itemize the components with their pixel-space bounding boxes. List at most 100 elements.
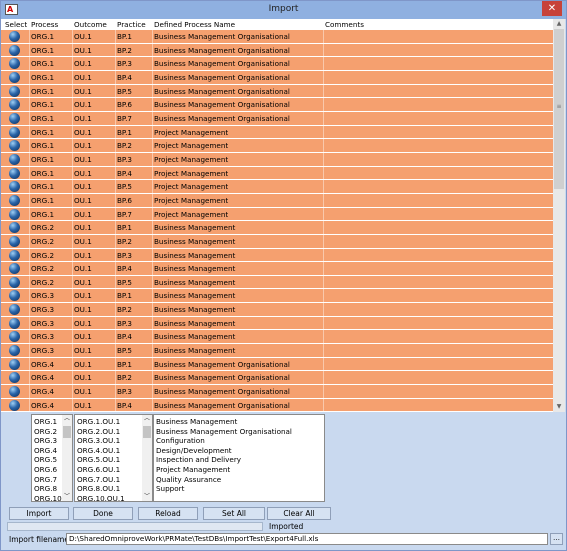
process-list-item[interactable]: ORG.5	[34, 455, 57, 464]
defined-process-list-item[interactable]: Inspection and Delivery	[156, 455, 241, 464]
defined-process-list-item[interactable]: Business Management	[156, 417, 237, 426]
table-row[interactable]: ORG.1 OU.1 BP.6 Business Management Organis…	[1, 98, 553, 112]
select-ball-icon[interactable]	[9, 304, 20, 316]
table-row[interactable]: ORG.1 OU.1 BP.3 Project Management	[1, 152, 553, 167]
select-ball-icon[interactable]	[9, 249, 20, 261]
select-ball-icon[interactable]	[9, 331, 20, 343]
select-ball-icon[interactable]	[9, 290, 20, 302]
scroll-down-icon[interactable]: ▼	[553, 402, 565, 412]
clear-all-button[interactable]: Clear All	[267, 507, 331, 520]
table-row[interactable]: ORG.4 OU.1 BP.1 Business Management Organis…	[1, 357, 553, 372]
select-ball-icon[interactable]	[9, 71, 20, 83]
header-practice[interactable]: Practice	[117, 20, 146, 29]
select-ball-icon[interactable]	[9, 153, 20, 165]
scroll-thumb[interactable]	[63, 426, 71, 438]
process-list-item[interactable]: ORG.3	[34, 436, 57, 445]
header-defined-process-name[interactable]: Defined Process Name	[154, 20, 235, 29]
table-row[interactable]: ORG.1 OU.1 BP.5 Project Management	[1, 180, 553, 194]
process-list-item[interactable]: ORG.2	[34, 427, 57, 436]
outcome-list-item[interactable]: ORG.7.OU.1	[77, 475, 120, 484]
table-row[interactable]: ORG.1 OU.1 BP.3 Business Management Organis…	[1, 57, 553, 71]
outcome-list-item[interactable]: ORG.10.OU.1	[77, 494, 125, 501]
process-list-item[interactable]: ORG.4	[34, 446, 57, 455]
table-row[interactable]: ORG.3 OU.1 BP.3 Business Management	[1, 316, 553, 331]
table-row[interactable]: ORG.4 OU.1 BP.4 Business Management Organis…	[1, 398, 553, 413]
import-filename-field[interactable]: D:\SharedOmniproveWork\PRMate\TestDBs\Im…	[66, 533, 548, 545]
table-scrollbar[interactable]: ▲ ≡ ▼	[553, 19, 565, 412]
import-button[interactable]: Import	[9, 507, 69, 520]
select-ball-icon[interactable]	[9, 235, 20, 247]
table-row[interactable]: ORG.1 OU.1 BP.2 Business Management Organis…	[1, 43, 553, 58]
select-ball-icon[interactable]	[9, 317, 20, 329]
defined-process-list-item[interactable]: Business Management Organisational	[156, 427, 292, 436]
table-row[interactable]: ORG.1 OU.1 BP.4 Project Management	[1, 166, 553, 181]
select-ball-icon[interactable]	[9, 181, 20, 193]
chevron-up-icon[interactable]: ︿	[142, 415, 152, 423]
process-list-item[interactable]: ORG.1	[34, 417, 57, 426]
select-ball-icon[interactable]	[9, 99, 20, 111]
select-ball-icon[interactable]	[9, 140, 20, 152]
defined-process-list-item[interactable]: Design/Development	[156, 446, 232, 455]
reload-button[interactable]: Reload	[138, 507, 198, 520]
close-button[interactable]: ✕	[542, 1, 562, 16]
header-process[interactable]: Process	[31, 20, 58, 29]
table-row[interactable]: ORG.1 OU.1 BP.1 Project Management	[1, 125, 553, 140]
outcome-list-item[interactable]: ORG.2.OU.1	[77, 427, 120, 436]
process-filter-list[interactable]: ORG.1 ORG.2 ORG.3 ORG.4 ORG.5 ORG.6 ORG.7 ORG.8…	[31, 414, 73, 502]
table-row[interactable]: ORG.1 OU.1 BP.1 Business Management Organis…	[1, 30, 553, 44]
outcome-filter-list[interactable]: ORG.1.OU.1 ORG.2.OU.1 ORG.3.OU.1 ORG.4.OU.1…	[74, 414, 153, 502]
table-row[interactable]: ORG.1 OU.1 BP.7 Project Management	[1, 207, 553, 222]
outcome-list-scrollbar[interactable]: ︿ ﹀	[142, 415, 152, 501]
browse-button[interactable]: …	[550, 533, 563, 545]
outcome-list-item[interactable]: ORG.4.OU.1	[77, 446, 120, 455]
set-all-button[interactable]: Set All	[203, 507, 265, 520]
header-select[interactable]: Select	[5, 20, 27, 29]
table-row[interactable]: ORG.2 OU.1 BP.3 Business Management	[1, 248, 553, 263]
scroll-up-icon[interactable]: ▲	[553, 19, 565, 29]
table-row[interactable]: ORG.2 OU.1 BP.2 Business Management	[1, 234, 553, 249]
select-ball-icon[interactable]	[9, 126, 20, 138]
process-list-item[interactable]: ORG.7	[34, 475, 57, 484]
process-list-item[interactable]: ORG.8	[34, 484, 57, 493]
header-comments[interactable]: Comments	[325, 20, 364, 29]
outcome-list-item[interactable]: ORG.1.OU.1	[77, 417, 120, 426]
table-row[interactable]: ORG.1 OU.1 BP.2 Project Management	[1, 139, 553, 153]
defined-process-list-item[interactable]: Configuration	[156, 436, 205, 445]
select-ball-icon[interactable]	[9, 386, 20, 398]
table-row[interactable]: ORG.1 OU.1 BP.4 Business Management Organis…	[1, 70, 553, 85]
table-row[interactable]: ORG.4 OU.1 BP.3 Business Management Organis…	[1, 385, 553, 399]
header-outcome[interactable]: Outcome	[74, 20, 107, 29]
table-row[interactable]: ORG.2 OU.1 BP.4 Business Management	[1, 262, 553, 276]
select-ball-icon[interactable]	[9, 112, 20, 124]
table-row[interactable]: ORG.1 OU.1 BP.5 Business Management Organis…	[1, 84, 553, 99]
outcome-list-item[interactable]: ORG.5.OU.1	[77, 455, 120, 464]
outcome-list-item[interactable]: ORG.6.OU.1	[77, 465, 120, 474]
done-button[interactable]: Done	[73, 507, 133, 520]
defined-process-list-item[interactable]: Quality Assurance	[156, 475, 221, 484]
select-ball-icon[interactable]	[9, 58, 20, 70]
defined-process-list-item[interactable]: Project Management	[156, 465, 230, 474]
select-ball-icon[interactable]	[9, 399, 20, 411]
process-list-item[interactable]: ORG.6	[34, 465, 57, 474]
chevron-up-icon[interactable]: ︿	[62, 415, 72, 423]
select-ball-icon[interactable]	[9, 276, 20, 288]
table-row[interactable]: ORG.2 OU.1 BP.5 Business Management	[1, 275, 553, 290]
chevron-down-icon[interactable]: ﹀	[62, 493, 72, 501]
table-row[interactable]: ORG.3 OU.1 BP.1 Business Management	[1, 289, 553, 304]
process-list-item[interactable]: ORG.10	[34, 494, 62, 501]
select-ball-icon[interactable]	[9, 222, 20, 234]
title-bar[interactable]: A Import ✕	[1, 1, 566, 19]
defined-process-filter-list[interactable]: Business Management Business Management O…	[153, 414, 325, 502]
table-row[interactable]: ORG.1 OU.1 BP.7 Business Management Organis…	[1, 111, 553, 126]
select-ball-icon[interactable]	[9, 358, 20, 370]
select-ball-icon[interactable]	[9, 167, 20, 179]
outcome-list-item[interactable]: ORG.3.OU.1	[77, 436, 120, 445]
select-ball-icon[interactable]	[9, 194, 20, 206]
outcome-list-item[interactable]: ORG.8.OU.1	[77, 484, 120, 493]
table-row[interactable]: ORG.2 OU.1 BP.1 Business Management	[1, 221, 553, 235]
chevron-down-icon[interactable]: ﹀	[142, 493, 152, 501]
process-list-scrollbar[interactable]: ︿ ﹀	[62, 415, 72, 501]
select-ball-icon[interactable]	[9, 208, 20, 220]
select-ball-icon[interactable]	[9, 263, 20, 275]
select-ball-icon[interactable]	[9, 44, 20, 56]
